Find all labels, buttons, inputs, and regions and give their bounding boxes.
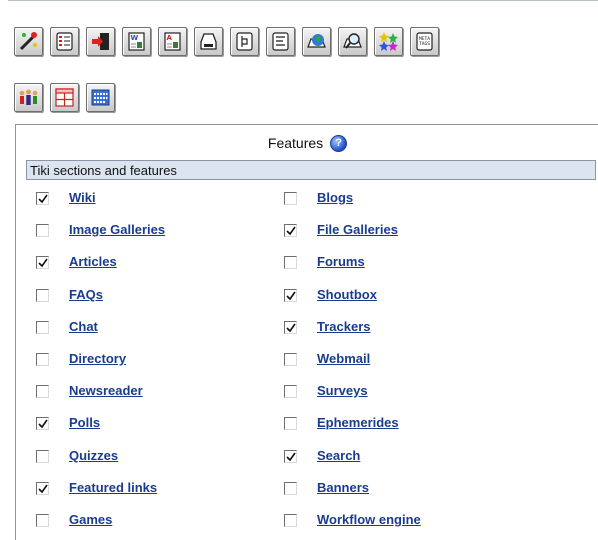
svg-text:A: A	[167, 34, 173, 42]
feature-link-newsreader[interactable]: Newsreader	[69, 383, 143, 398]
feature-link-articles[interactable]: Articles	[69, 254, 117, 269]
checkbox-quizzes[interactable]	[36, 450, 49, 463]
svg-text:TAGS: TAGS	[419, 41, 430, 47]
checkbox-wiki[interactable]	[36, 192, 49, 205]
checkbox-directory[interactable]	[36, 353, 49, 366]
checkbox-webmail[interactable]	[284, 353, 297, 366]
feature-link-games[interactable]: Games	[69, 512, 112, 527]
panel-title: Features	[267, 135, 324, 151]
help-icon[interactable]: ?	[330, 135, 348, 152]
checkbox-search[interactable]	[284, 450, 297, 463]
layout-icon[interactable]	[50, 83, 79, 112]
feature-link-quizzes[interactable]: Quizzes	[69, 448, 118, 463]
checkbox-articles[interactable]	[36, 256, 49, 269]
feature-link-banners[interactable]: Banners	[317, 480, 369, 495]
feature-link-surveys[interactable]: Surveys	[317, 383, 368, 398]
login-icon[interactable]	[86, 27, 115, 56]
wiki-icon[interactable]: W	[122, 27, 151, 56]
save-icon[interactable]	[194, 27, 223, 56]
checkbox-newsreader[interactable]	[36, 385, 49, 398]
checkbox-faqs[interactable]	[36, 289, 49, 302]
checkbox-blogs[interactable]	[284, 192, 297, 205]
tracker-icon[interactable]	[230, 27, 259, 56]
admin-toolbar: W A META TAGS	[8, 0, 598, 119]
feature-link-faqs[interactable]: FAQs	[69, 287, 103, 302]
feature-link-image-galleries[interactable]: Image Galleries	[69, 222, 165, 237]
feature-link-directory[interactable]: Directory	[69, 351, 126, 366]
panel-title-row: Features ?	[16, 125, 598, 158]
checkbox-featured-links[interactable]	[36, 482, 49, 495]
globe-icon[interactable]	[302, 27, 331, 56]
meta-tags-icon[interactable]: META TAGS	[410, 27, 439, 56]
checkbox-forums[interactable]	[284, 256, 297, 269]
checkbox-games[interactable]	[36, 514, 49, 527]
search-icon[interactable]	[338, 27, 367, 56]
feature-link-featured-links[interactable]: Featured links	[69, 480, 157, 495]
feature-link-blogs[interactable]: Blogs	[317, 190, 353, 205]
section-header: Tiki sections and features	[26, 160, 596, 180]
calendar-icon[interactable]	[86, 83, 115, 112]
feature-link-chat[interactable]: Chat	[69, 319, 98, 334]
wand-icon[interactable]	[14, 27, 43, 56]
feature-link-polls[interactable]: Polls	[69, 415, 100, 430]
checkbox-workflow-engine[interactable]	[284, 514, 297, 527]
feature-link-file-galleries[interactable]: File Galleries	[317, 222, 398, 237]
feature-link-shoutbox[interactable]: Shoutbox	[317, 287, 377, 302]
list-icon[interactable]	[50, 27, 79, 56]
stars-icon[interactable]	[374, 27, 403, 56]
feature-link-forums[interactable]: Forums	[317, 254, 365, 269]
checkbox-chat[interactable]	[36, 321, 49, 334]
checkbox-shoutbox[interactable]	[284, 289, 297, 302]
feature-link-trackers[interactable]: Trackers	[317, 319, 371, 334]
checkbox-banners[interactable]	[284, 482, 297, 495]
users-icon[interactable]	[14, 83, 43, 112]
checkbox-image-galleries[interactable]	[36, 224, 49, 237]
feature-link-search[interactable]: Search	[317, 448, 360, 463]
checkbox-polls[interactable]	[36, 417, 49, 430]
feature-link-workflow-engine[interactable]: Workflow engine	[317, 512, 421, 527]
text-icon[interactable]	[266, 27, 295, 56]
feature-link-ephemerides[interactable]: Ephemerides	[317, 415, 399, 430]
checkbox-surveys[interactable]	[284, 385, 297, 398]
articles-icon[interactable]: A	[158, 27, 187, 56]
features-panel: Features ? Tiki sections and features Wi…	[15, 124, 598, 540]
feature-link-webmail[interactable]: Webmail	[317, 351, 370, 366]
checkbox-file-galleries[interactable]	[284, 224, 297, 237]
checkbox-ephemerides[interactable]	[284, 417, 297, 430]
checkbox-trackers[interactable]	[284, 321, 297, 334]
feature-link-wiki[interactable]: Wiki	[69, 190, 96, 205]
svg-text:W: W	[131, 34, 139, 42]
